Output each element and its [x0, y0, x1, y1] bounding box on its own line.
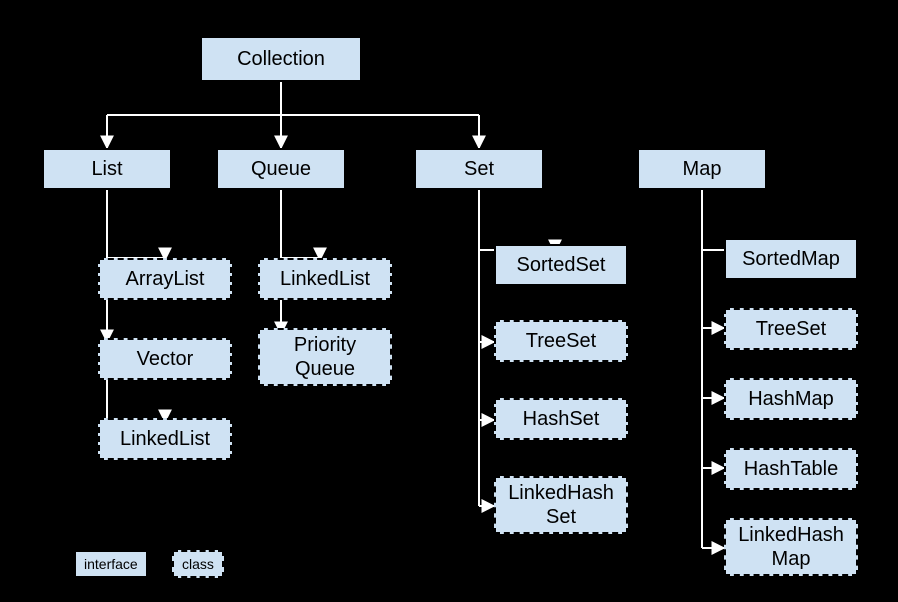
legend-class: class — [172, 550, 224, 578]
node-hashmap: HashMap — [724, 378, 858, 420]
node-list: List — [42, 148, 172, 190]
connector-lines — [0, 0, 898, 602]
node-hashset: HashSet — [494, 398, 628, 440]
node-linkedlist-under-queue: LinkedList — [258, 258, 392, 300]
node-set: Set — [414, 148, 544, 190]
node-queue: Queue — [216, 148, 346, 190]
node-sortedset: SortedSet — [494, 244, 628, 286]
node-priorityqueue: Priority Queue — [258, 328, 392, 386]
node-treeset-under-map: TreeSet — [724, 308, 858, 350]
legend-interface: interface — [74, 550, 148, 578]
node-vector: Vector — [98, 338, 232, 380]
node-linkedhashset: LinkedHash Set — [494, 476, 628, 534]
node-sortedmap: SortedMap — [724, 238, 858, 280]
node-treeset: TreeSet — [494, 320, 628, 362]
node-linkedhashmap: LinkedHash Map — [724, 518, 858, 576]
node-map: Map — [637, 148, 767, 190]
node-hashtable: HashTable — [724, 448, 858, 490]
node-arraylist: ArrayList — [98, 258, 232, 300]
node-collection: Collection — [200, 36, 362, 82]
node-linkedlist-under-list: LinkedList — [98, 418, 232, 460]
